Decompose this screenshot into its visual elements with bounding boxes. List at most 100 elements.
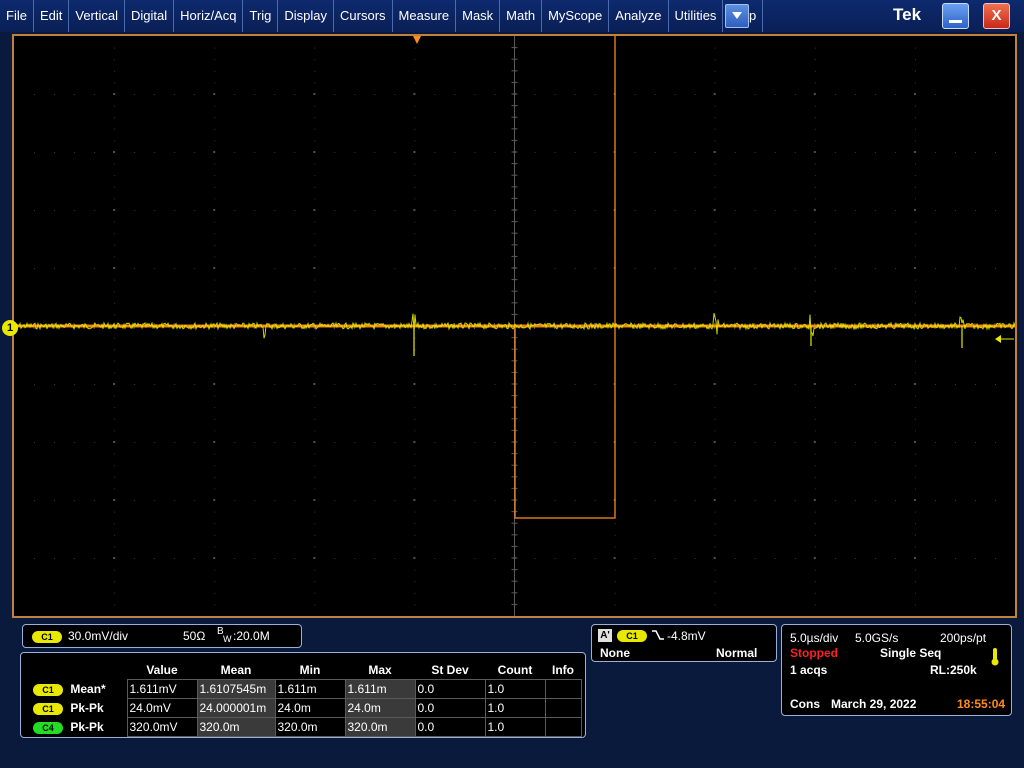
menu-file[interactable]: File <box>0 0 34 32</box>
grid-minor-dot <box>654 152 656 153</box>
grid-minor-dot <box>314 488 316 490</box>
grid-minor-dot <box>394 384 396 385</box>
grid-minor-dot <box>334 500 336 501</box>
acquisition-box[interactable]: 5.0µs/div 5.0GS/s 200ps/pt Stopped Singl… <box>781 624 1012 716</box>
grid-minor-dot <box>634 558 636 559</box>
menu-vertical[interactable]: Vertical <box>69 0 125 32</box>
close-button[interactable]: X <box>983 3 1010 29</box>
grid-minor-dot <box>54 558 56 559</box>
grid-minor-dot <box>414 105 416 107</box>
grid-minor-dot <box>374 558 376 559</box>
menu-analyze[interactable]: Analyze <box>609 0 669 32</box>
grid-minor-dot <box>594 500 596 501</box>
menu-measure[interactable]: Measure <box>393 0 457 32</box>
waveform-display[interactable] <box>12 34 1017 618</box>
grid-dot <box>713 151 716 153</box>
grid-minor-dot <box>914 511 916 513</box>
grid-minor-dot <box>814 221 816 223</box>
grid-minor-dot <box>394 500 396 501</box>
grid-dot <box>113 557 116 559</box>
grid-minor-dot <box>114 186 116 188</box>
grid-minor-dot <box>494 442 496 443</box>
grid-minor-dot <box>614 534 616 536</box>
trigger-level-arrow[interactable] <box>995 335 1014 343</box>
channel1-setup-box[interactable]: C1 30.0mV/div 50Ω B W :20.0M <box>22 624 302 648</box>
channel1-badge: C1 <box>33 684 63 696</box>
grid-minor-dot <box>314 534 316 536</box>
grid-minor-dot <box>454 268 456 269</box>
grid-minor-dot <box>714 140 716 142</box>
grid-minor-dot <box>274 268 276 269</box>
menu-horiz-acq[interactable]: Horiz/Acq <box>174 0 244 32</box>
grid-minor-dot <box>114 128 116 130</box>
grid-minor-dot <box>474 210 476 211</box>
grid-minor-dot <box>54 500 56 501</box>
grid-minor-dot <box>914 453 916 455</box>
cell-count: 1.0 <box>484 698 546 718</box>
grid-minor-dot <box>814 302 816 304</box>
menu-myscope[interactable]: MyScope <box>542 0 610 32</box>
measurement-table[interactable]: Value Mean Min Max St Dev Count Info C1 … <box>20 652 586 738</box>
grid-minor-dot <box>134 152 136 153</box>
grid-minor-dot <box>314 59 316 61</box>
minimize-button[interactable] <box>942 3 969 29</box>
grid-minor-dot <box>714 546 716 548</box>
grid-minor-dot <box>314 418 316 420</box>
grid-dot <box>913 209 916 211</box>
grid-dot <box>113 267 116 269</box>
menu-utilities[interactable]: Utilities <box>669 0 724 32</box>
menu-cursors[interactable]: Cursors <box>334 0 393 32</box>
acquisition-state: Stopped <box>790 646 838 660</box>
channel1-ground-marker[interactable]: 1 <box>2 320 18 336</box>
trigger-setup-box[interactable]: A' C1 -4.8mV None Normal <box>591 624 777 662</box>
menu-trig[interactable]: Trig <box>243 0 279 32</box>
grid-minor-dot <box>414 534 416 536</box>
grid-minor-dot <box>274 442 276 443</box>
grid-minor-dot <box>134 384 136 385</box>
grid-minor-dot <box>714 233 716 235</box>
grid-dot <box>313 151 316 153</box>
grid-minor-dot <box>894 94 896 95</box>
grid-minor-dot <box>74 384 76 385</box>
grid-minor-dot <box>914 523 916 525</box>
cell-stdev: 0.0 <box>414 717 486 737</box>
grid-minor-dot <box>554 152 556 153</box>
grid-dot <box>213 151 216 153</box>
menu-display[interactable]: Display <box>278 0 335 32</box>
grid-minor-dot <box>114 523 116 525</box>
grid-minor-dot <box>474 268 476 269</box>
menu-math[interactable]: Math <box>500 0 543 32</box>
table-row[interactable]: C1 Pk-Pk 24.0mV 24.000001m 24.0m 24.0m 0… <box>27 698 582 718</box>
grid-minor-dot <box>814 186 816 188</box>
measurement-grid: Value Mean Min Max St Dev Count Info C1 … <box>27 661 582 737</box>
grid-minor-dot <box>814 59 816 61</box>
cell-mean: 320.0m <box>196 717 276 737</box>
table-row[interactable]: C4 Pk-Pk 320.0mV 320.0m 320.0m 320.0m 0.… <box>27 717 582 737</box>
grid-minor-dot <box>714 569 716 571</box>
grid-minor-dot <box>734 500 736 501</box>
grid-minor-dot <box>334 384 336 385</box>
grid-minor-dot <box>114 117 116 119</box>
trigger-position-marker[interactable] <box>413 36 421 44</box>
grid-minor-dot <box>834 268 836 269</box>
menu-edit[interactable]: Edit <box>34 0 70 32</box>
header-spacer <box>27 661 127 680</box>
grid-minor-dot <box>454 558 456 559</box>
grid-minor-dot <box>894 500 896 501</box>
grid-minor-dot <box>114 488 116 490</box>
grid-minor-dot <box>974 268 976 269</box>
table-row[interactable]: C1 Mean* 1.611mV 1.6107545m 1.611m 1.611… <box>27 679 582 699</box>
grid-minor-dot <box>414 302 416 304</box>
grid-minor-dot <box>694 442 696 443</box>
menu-mask[interactable]: Mask <box>456 0 501 32</box>
grid-minor-dot <box>994 500 996 501</box>
grid-minor-dot <box>914 279 916 281</box>
grid-minor-dot <box>814 453 816 455</box>
grid-minor-dot <box>174 558 176 559</box>
menu-digital[interactable]: Digital <box>125 0 175 32</box>
grid-minor-dot <box>254 94 256 95</box>
grid-minor-dot <box>794 210 796 211</box>
grid-minor-dot <box>974 210 976 211</box>
grid-minor-dot <box>774 152 776 153</box>
menu-dropdown-button[interactable] <box>725 4 749 28</box>
